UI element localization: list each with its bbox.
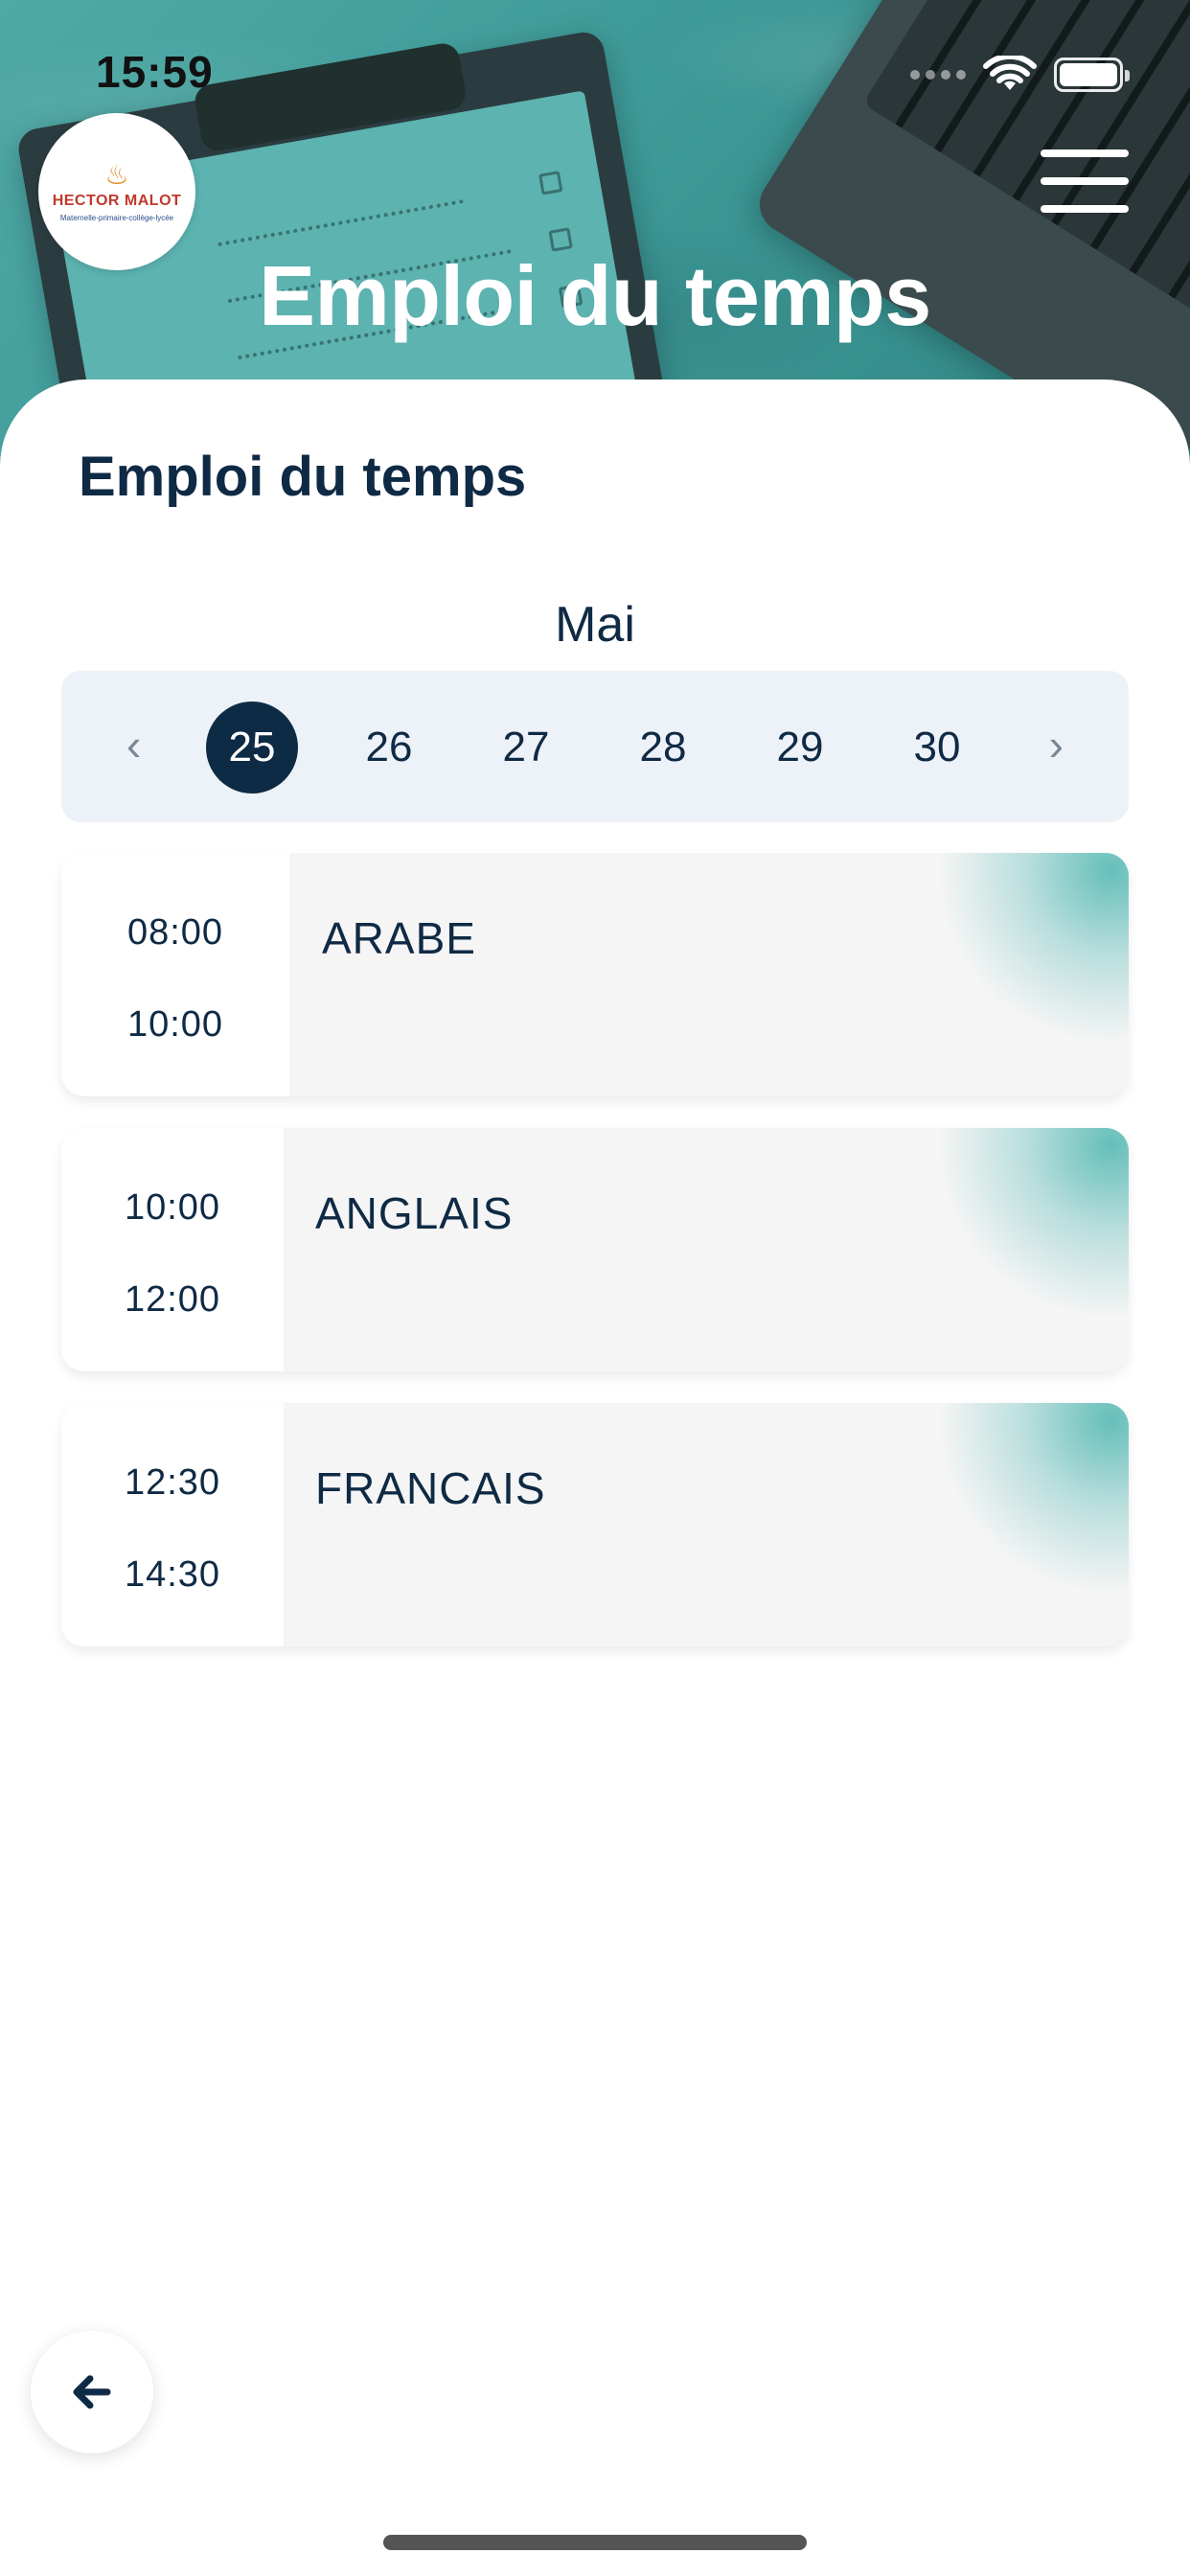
date-item-26[interactable]: 26 xyxy=(343,702,435,794)
logo-name: HECTOR MALOT xyxy=(52,192,182,209)
status-indicators xyxy=(910,56,1130,94)
status-time: 15:59 xyxy=(96,47,214,97)
lesson-start-time: 08:00 xyxy=(126,912,224,953)
battery-icon xyxy=(1054,58,1130,92)
date-item-29[interactable]: 29 xyxy=(754,702,846,794)
lesson-card[interactable]: 12:30 14:30 FRANCAIS xyxy=(61,1403,1129,1646)
menu-button[interactable] xyxy=(1041,150,1129,213)
section-title: Emploi du temps xyxy=(79,446,527,508)
lesson-end-time: 14:30 xyxy=(124,1554,221,1595)
date-item-25[interactable]: 25 xyxy=(206,702,298,794)
lesson-start-time: 10:00 xyxy=(124,1187,221,1228)
card-decoration xyxy=(937,1403,1129,1595)
logo-subtitle: Maternelle-primaire-collège-lycée xyxy=(59,213,174,222)
lesson-card[interactable]: 08:00 10:00 ARABE xyxy=(61,853,1129,1096)
back-button[interactable] xyxy=(31,2331,153,2453)
lesson-subject: FRANCAIS xyxy=(315,1463,546,1513)
date-item-27[interactable]: 27 xyxy=(480,702,572,794)
status-bar: 15:59 xyxy=(0,0,1190,134)
chevron-right-icon[interactable]: › xyxy=(1049,719,1064,770)
lesson-time-column: 10:00 12:00 xyxy=(61,1128,284,1371)
wifi-icon xyxy=(983,56,1037,90)
card-decoration xyxy=(937,853,1129,1045)
cellular-signal-icon xyxy=(910,70,966,80)
chevron-left-icon[interactable]: ‹ xyxy=(126,719,141,770)
lesson-end-time: 12:00 xyxy=(124,1279,221,1320)
lesson-card[interactable]: 10:00 12:00 ANGLAIS xyxy=(61,1128,1129,1371)
lesson-subject: ANGLAIS xyxy=(315,1188,514,1238)
lesson-subject: ARABE xyxy=(322,913,476,963)
card-decoration xyxy=(937,1128,1129,1320)
hamburger-menu-icon xyxy=(1041,150,1129,157)
date-selector: ‹ 25 26 27 28 29 30 › xyxy=(61,671,1129,822)
logo-flame-icon: ♨ xyxy=(104,159,129,190)
arrow-left-icon xyxy=(73,2375,111,2409)
lesson-start-time: 12:30 xyxy=(124,1462,221,1503)
date-item-28[interactable]: 28 xyxy=(617,702,709,794)
date-item-30[interactable]: 30 xyxy=(891,702,983,794)
home-indicator[interactable] xyxy=(383,2535,807,2550)
month-label: Mai xyxy=(555,597,635,653)
lesson-time-column: 08:00 10:00 xyxy=(61,853,289,1096)
lesson-end-time: 10:00 xyxy=(126,1004,224,1045)
header-title: Emploi du temps xyxy=(259,248,931,343)
lesson-time-column: 12:30 14:30 xyxy=(61,1403,284,1646)
